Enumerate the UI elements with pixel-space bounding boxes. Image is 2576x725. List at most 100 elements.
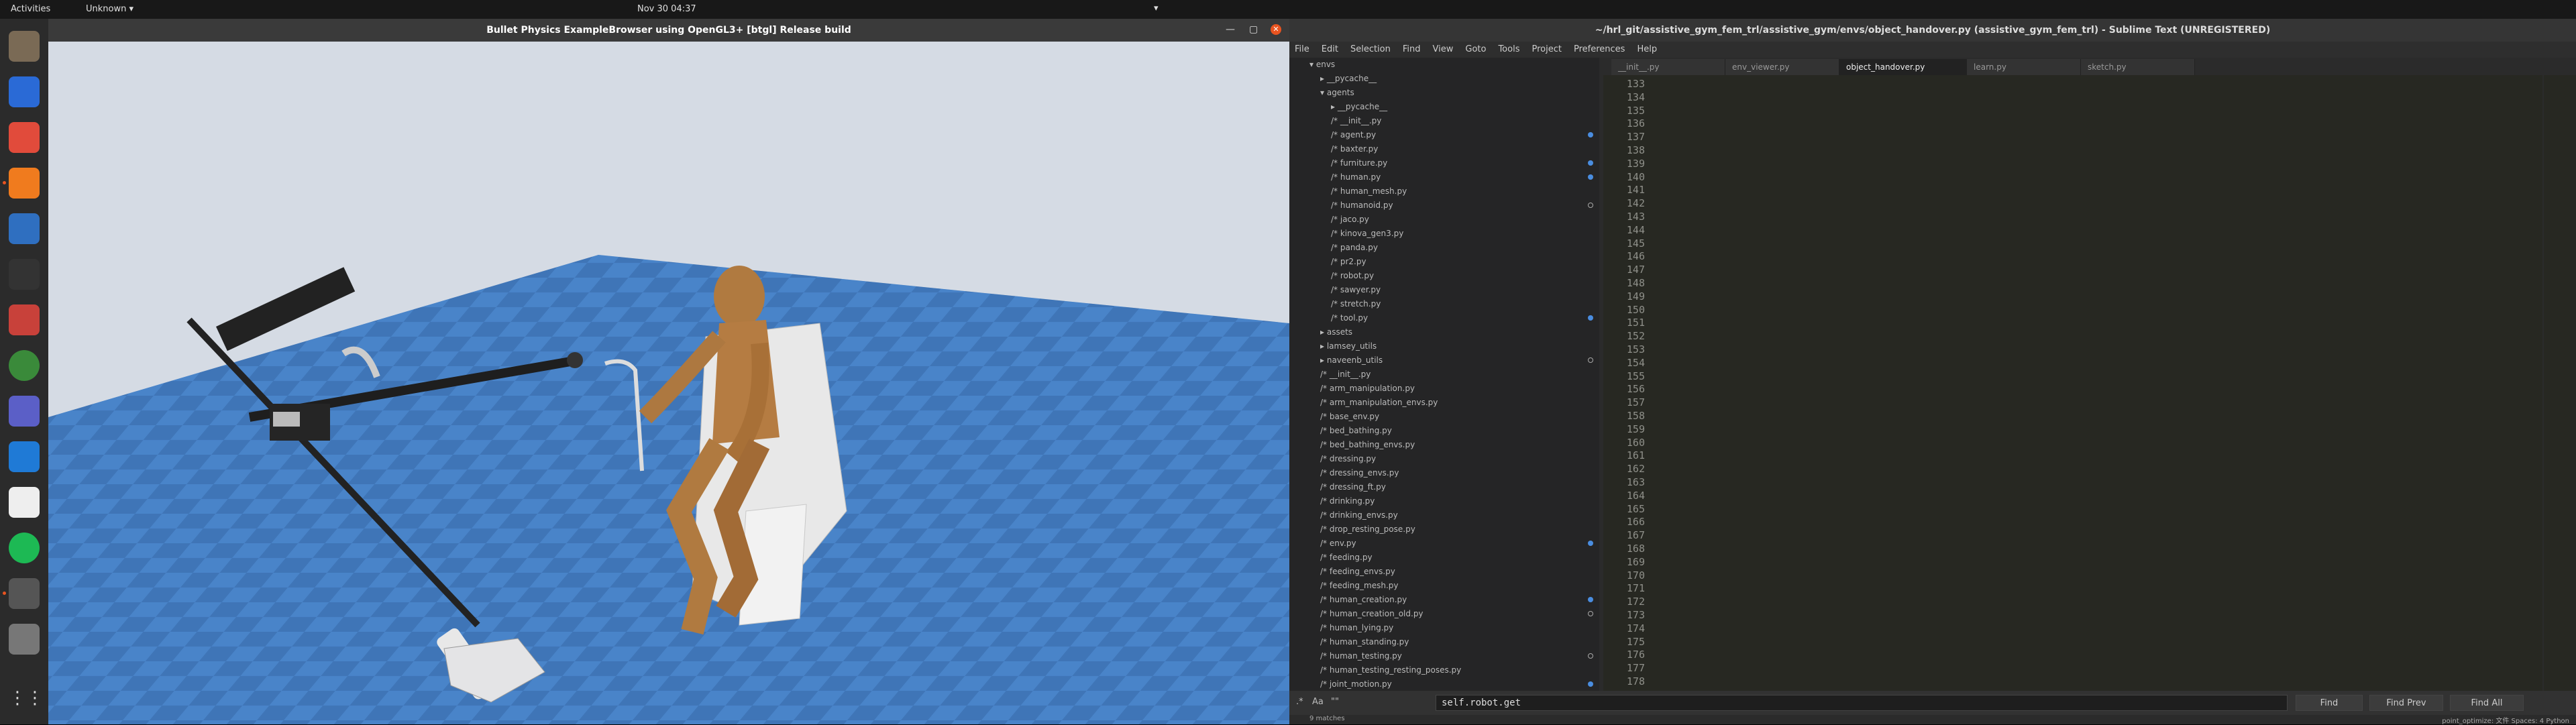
file-status-dot xyxy=(1588,203,1593,208)
sidebar-item[interactable]: ▾ envs xyxy=(1309,58,1335,71)
clock[interactable]: Nov 30 04:37 xyxy=(637,4,696,14)
sidebar-item[interactable]: /* human_standing.py xyxy=(1320,635,1409,649)
find-prev-button[interactable]: Find Prev xyxy=(2369,695,2443,711)
sidebar-item[interactable]: /* drinking_envs.py xyxy=(1320,508,1398,522)
disk-icon[interactable] xyxy=(9,624,40,655)
sidebar-item[interactable]: /* human_creation.py xyxy=(1320,593,1407,606)
sidebar-item[interactable]: /* env.py xyxy=(1320,537,1356,550)
sidebar-item[interactable]: ▸ naveenb_utils xyxy=(1320,353,1383,367)
match-count: 9 matches xyxy=(1309,715,1345,722)
teams-icon[interactable] xyxy=(9,396,40,427)
find-all-button[interactable]: Find All xyxy=(2450,695,2524,711)
sidebar-item[interactable]: /* bed_bathing.py xyxy=(1320,424,1392,437)
sidebar-item[interactable]: /* __init__.py xyxy=(1320,368,1371,381)
text-editor-icon[interactable] xyxy=(9,487,40,518)
menu-project[interactable]: Project xyxy=(1532,42,1561,58)
tab-learn[interactable]: learn.py xyxy=(1967,59,2081,75)
app-grid-icon[interactable]: ⋮⋮ xyxy=(9,683,44,714)
chrome-icon[interactable] xyxy=(9,350,40,381)
sidebar-item[interactable]: /* human_testing_resting_poses.py xyxy=(1320,663,1461,677)
sidebar-item[interactable]: /* jaco.py xyxy=(1331,213,1369,226)
sidebar-item[interactable]: /* baxter.py xyxy=(1331,142,1378,156)
menu-selection[interactable]: Selection xyxy=(1350,42,1391,58)
sidebar-item[interactable]: /* human.py xyxy=(1331,170,1381,184)
activities-button[interactable]: Activities xyxy=(11,4,50,14)
menu-preferences[interactable]: Preferences xyxy=(1574,42,1625,58)
menu-goto[interactable]: Goto xyxy=(1465,42,1486,58)
sidebar-item[interactable]: /* dressing_ft.py xyxy=(1320,480,1386,494)
files-icon[interactable] xyxy=(9,31,40,62)
menu-help[interactable]: Help xyxy=(1637,42,1657,58)
sidebar-item[interactable]: /* feeding_envs.py xyxy=(1320,565,1395,578)
sidebar-item[interactable]: /* robot.py xyxy=(1331,269,1374,282)
sidebar-item[interactable]: /* feeding.py xyxy=(1320,551,1373,564)
tab-env-viewer[interactable]: env_viewer.py xyxy=(1725,59,1839,75)
vscode-icon[interactable] xyxy=(9,441,40,472)
tab-object-handover[interactable]: object_handover.py xyxy=(1839,59,1967,75)
sublime-icon[interactable] xyxy=(3,168,40,199)
sidebar-item[interactable]: /* tool.py xyxy=(1331,311,1368,325)
sidebar-item[interactable]: /* joint_motion.py xyxy=(1320,677,1392,691)
sidebar-item[interactable]: ▸ __pycache__ xyxy=(1320,72,1377,85)
git-icon[interactable] xyxy=(9,122,40,153)
screenshot-icon[interactable] xyxy=(9,76,40,107)
sidebar-item[interactable]: /* sawyer.py xyxy=(1331,283,1381,296)
sidebar-item[interactable]: /* feeding_mesh.py xyxy=(1320,579,1398,592)
minimize-icon[interactable]: — xyxy=(1226,24,1235,35)
menu-file[interactable]: File xyxy=(1295,42,1309,58)
tab-sketch[interactable]: sketch.py xyxy=(2081,59,2195,75)
sidebar-item[interactable]: /* panda.py xyxy=(1331,241,1378,254)
close-icon[interactable]: ✕ xyxy=(1271,24,1281,35)
sidebar-item[interactable]: /* drop_resting_pose.py xyxy=(1320,522,1415,536)
sidebar-item[interactable]: /* arm_manipulation_envs.py xyxy=(1320,396,1438,409)
sidebar-item[interactable]: /* __init__.py xyxy=(1331,114,1381,127)
sidebar-item[interactable]: /* human_testing.py xyxy=(1320,649,1402,663)
app-menu[interactable]: Unknown ▾ xyxy=(86,4,133,14)
menu-find[interactable]: Find xyxy=(1403,42,1421,58)
document-viewer-icon[interactable] xyxy=(9,304,40,335)
sidebar-item[interactable]: /* bed_bathing_envs.py xyxy=(1320,438,1415,451)
sidebar-item[interactable]: /* kinova_gen3.py xyxy=(1331,227,1403,240)
system-tray[interactable]: ▾ xyxy=(1154,3,1159,13)
maximize-icon[interactable]: ▢ xyxy=(1249,24,1258,35)
sidebar-item[interactable]: /* human_mesh.py xyxy=(1331,184,1407,198)
line-number: 169 xyxy=(1626,555,1645,568)
menu-tools[interactable]: Tools xyxy=(1498,42,1519,58)
sidebar-item[interactable]: ▸ __pycache__ xyxy=(1331,100,1387,113)
line-number: 141 xyxy=(1626,184,1645,197)
regex-toggle-icon[interactable]: .* xyxy=(1296,697,1303,707)
sidebar-item[interactable]: /* base_env.py xyxy=(1320,410,1379,423)
find-button[interactable]: Find xyxy=(2296,695,2363,711)
sidebar-item[interactable]: /* agent.py xyxy=(1331,128,1376,142)
menu-view[interactable]: View xyxy=(1433,42,1454,58)
sidebar-item[interactable]: /* human_creation_old.py xyxy=(1320,607,1424,620)
sidebar-item[interactable]: /* furniture.py xyxy=(1331,156,1387,170)
spotify-icon[interactable] xyxy=(9,533,40,563)
minimap[interactable] xyxy=(2544,75,2576,691)
sidebar-item[interactable]: ▸ lamsey_utils xyxy=(1320,339,1377,353)
window-icon[interactable] xyxy=(3,578,40,609)
line-number: 178 xyxy=(1626,675,1645,687)
find-input[interactable] xyxy=(1436,695,2288,711)
word-toggle-icon[interactable]: "" xyxy=(1331,697,1339,707)
sidebar-item[interactable]: /* stretch.py xyxy=(1331,297,1381,311)
tab-init[interactable]: __init__.py xyxy=(1611,59,1725,75)
sidebar-item[interactable]: /* drinking.py xyxy=(1320,494,1375,508)
calculator-icon[interactable] xyxy=(9,213,40,244)
sidebar-item[interactable]: /* human_lying.py xyxy=(1320,621,1393,634)
network-icon[interactable]: ▾ xyxy=(1154,3,1159,13)
simulation-viewport[interactable] xyxy=(48,42,1289,724)
sidebar-item[interactable]: /* pr2.py xyxy=(1331,255,1366,268)
sidebar-item[interactable]: /* dressing.py xyxy=(1320,452,1376,465)
code-editor[interactable]: 133 134 135 136 137 138 139 140 141 142 143 144 145 1… xyxy=(1603,75,2542,691)
sidebar-item[interactable]: /* arm_manipulation.py xyxy=(1320,382,1415,395)
sidebar-item[interactable]: /* humanoid.py xyxy=(1331,199,1393,212)
terminal-icon[interactable] xyxy=(9,259,40,290)
sidebar-item[interactable]: /* dressing_envs.py xyxy=(1320,466,1399,480)
sidebar-item[interactable]: ▸ assets xyxy=(1320,325,1352,339)
file-status-dot xyxy=(1588,597,1593,602)
line-number: 163 xyxy=(1626,476,1645,488)
menu-edit[interactable]: Edit xyxy=(1322,42,1338,58)
sidebar-item[interactable]: ▾ agents xyxy=(1320,86,1354,99)
case-toggle-icon[interactable]: Aa xyxy=(1312,697,1324,707)
